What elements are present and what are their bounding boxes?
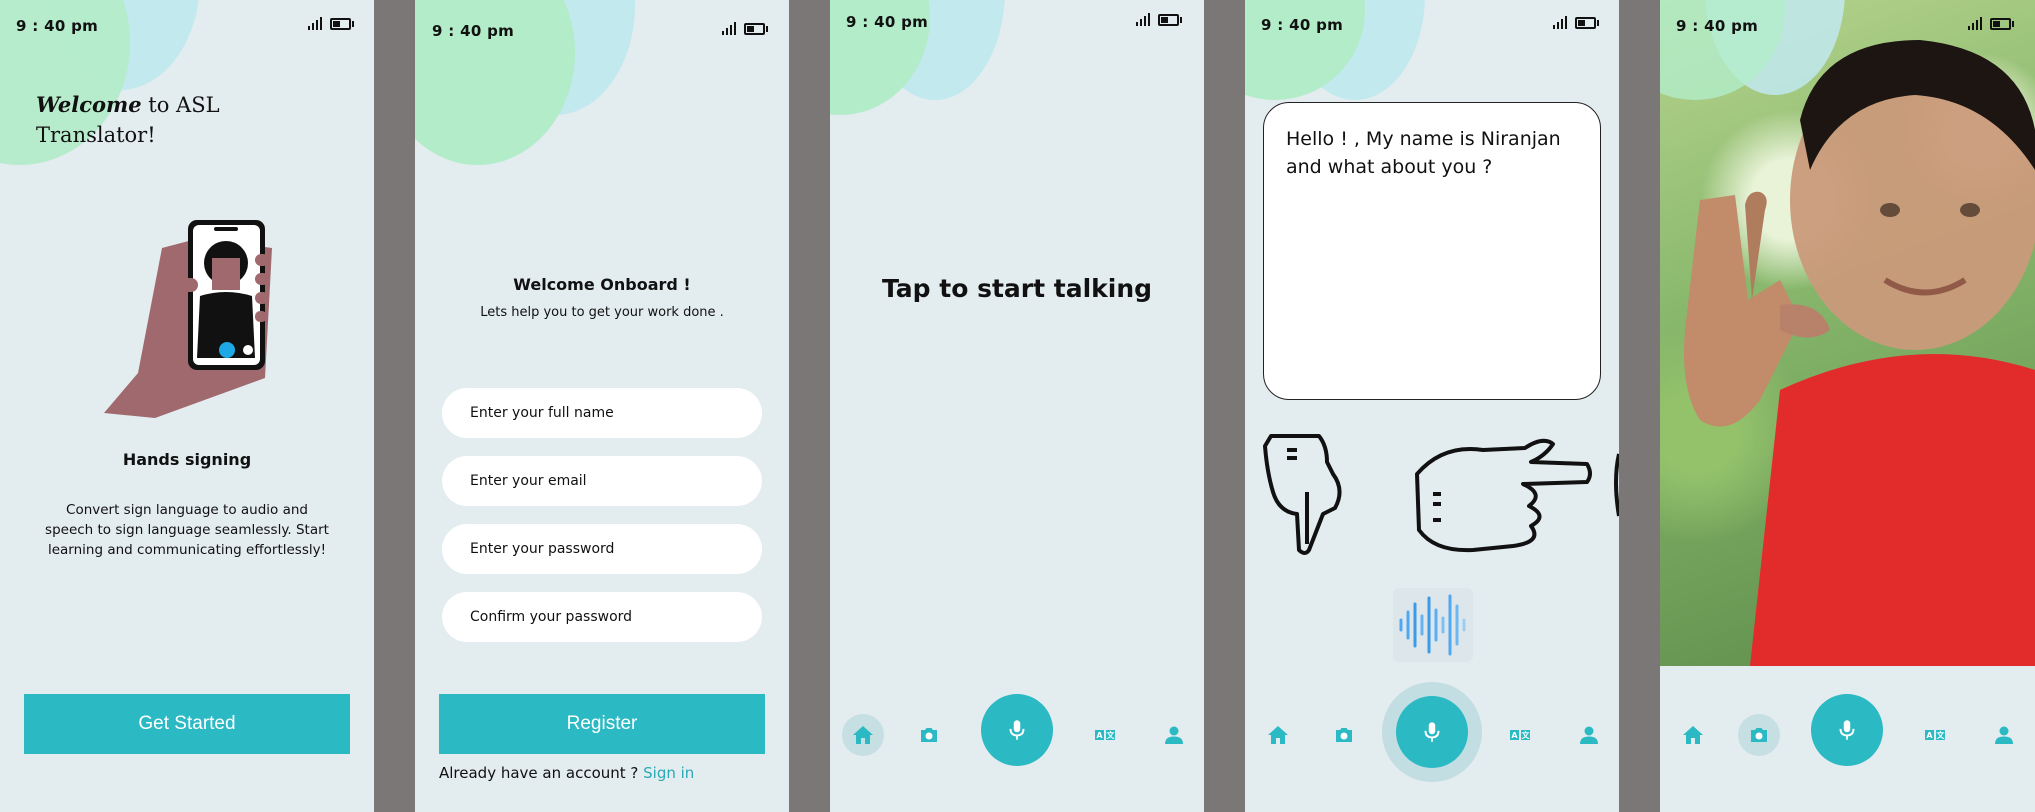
camera-preview <box>1660 0 2035 666</box>
welcome-heading: Welcome to ASL Translator! <box>36 90 220 150</box>
mic-button[interactable] <box>981 694 1053 766</box>
svg-text:文: 文 <box>1107 730 1116 740</box>
hand-pointing-down-icon <box>1263 434 1342 555</box>
status-time: 9 : 40 pm <box>1676 17 1759 35</box>
full-name-field[interactable]: Enter your full name <box>442 388 762 438</box>
translate-icon[interactable]: A文 <box>1088 718 1122 752</box>
battery-icon <box>1575 17 1599 29</box>
svg-text:A: A <box>1511 731 1518 740</box>
get-started-button[interactable]: Get Started <box>24 694 350 754</box>
home-icon[interactable] <box>1261 718 1295 752</box>
signal-icon <box>308 16 322 30</box>
status-time: 9 : 40 pm <box>846 13 929 31</box>
mic-button[interactable] <box>1396 696 1468 768</box>
welcome-bold: Welcome <box>36 92 142 117</box>
hand-phone-illustration <box>104 220 272 418</box>
translation-textbox[interactable]: Hello ! , My name is Niranjan and what a… <box>1263 102 1601 400</box>
battery-icon <box>330 18 354 30</box>
status-icons <box>1968 16 2014 30</box>
mic-icon <box>1839 720 1855 740</box>
signal-icon <box>1968 16 1982 30</box>
mic-icon <box>1424 722 1440 742</box>
svg-text:A: A <box>1096 731 1103 740</box>
register-screen: 9 : 40 pm Welcome Onboard ! Lets help yo… <box>415 0 789 812</box>
camera-icon[interactable] <box>1742 718 1776 752</box>
welcome-line2: Translator! <box>36 123 156 147</box>
email-field[interactable]: Enter your email <box>442 456 762 506</box>
battery-icon <box>744 23 768 35</box>
mic-button[interactable] <box>1811 694 1883 766</box>
onboarding-description: Convert sign language to audio and speec… <box>45 502 329 558</box>
register-subtitle: Lets help you to get your work done . <box>480 305 724 320</box>
password-field[interactable]: Enter your password <box>442 524 762 574</box>
status-time: 9 : 40 pm <box>1261 16 1344 34</box>
home-icon[interactable] <box>1676 718 1710 752</box>
camera-screen: 9 : 40 pm A文 <box>1660 0 2035 812</box>
talk-prompt: Tap to start talking <box>881 274 1153 303</box>
battery-icon <box>1158 14 1182 26</box>
profile-icon[interactable] <box>1157 718 1191 752</box>
translation-screen: 9 : 40 pm Hello ! , My name is Niranjan … <box>1245 0 1619 812</box>
onboarding-screen: 9 : 40 pm Welcome to ASL Translator! Han… <box>0 0 374 812</box>
mic-icon <box>1009 720 1025 740</box>
signal-icon <box>1553 15 1567 29</box>
status-time: 9 : 40 pm <box>432 22 515 40</box>
status-time: 9 : 40 pm <box>16 17 99 35</box>
voice-waveform-icon <box>1399 594 1466 656</box>
svg-text:A: A <box>1926 731 1933 740</box>
talk-screen: 9 : 40 pm Tap to start talking A文 <box>830 0 1204 812</box>
status-icons <box>308 16 354 30</box>
signal-icon <box>722 21 736 35</box>
signin-prompt: Already have an account ? Sign in <box>439 764 694 782</box>
status-icons <box>1553 15 1599 29</box>
register-button[interactable]: Register <box>439 694 765 754</box>
hand-partial-icon <box>1614 453 1619 517</box>
status-icons <box>722 21 768 35</box>
onboarding-title: Hands signing <box>122 450 252 469</box>
welcome-rest: to ASL <box>141 93 220 117</box>
hand-pointing-right-icon <box>1415 438 1592 553</box>
child-signing-photo <box>1684 40 2035 666</box>
profile-icon[interactable] <box>1987 718 2021 752</box>
signin-link[interactable]: Sign in <box>643 764 694 782</box>
profile-icon[interactable] <box>1572 718 1606 752</box>
home-icon[interactable] <box>846 718 880 752</box>
svg-text:文: 文 <box>1522 730 1531 740</box>
camera-icon[interactable] <box>1327 718 1361 752</box>
confirm-password-field[interactable]: Confirm your password <box>442 592 762 642</box>
status-icons <box>1136 12 1182 26</box>
signal-icon <box>1136 12 1150 26</box>
svg-text:文: 文 <box>1937 730 1946 740</box>
translate-icon[interactable]: A文 <box>1503 718 1537 752</box>
battery-icon <box>1990 18 2014 30</box>
translate-icon[interactable]: A文 <box>1918 718 1952 752</box>
register-title: Welcome Onboard ! <box>513 275 691 294</box>
signin-prompt-text: Already have an account ? <box>439 764 644 782</box>
camera-icon[interactable] <box>912 718 946 752</box>
